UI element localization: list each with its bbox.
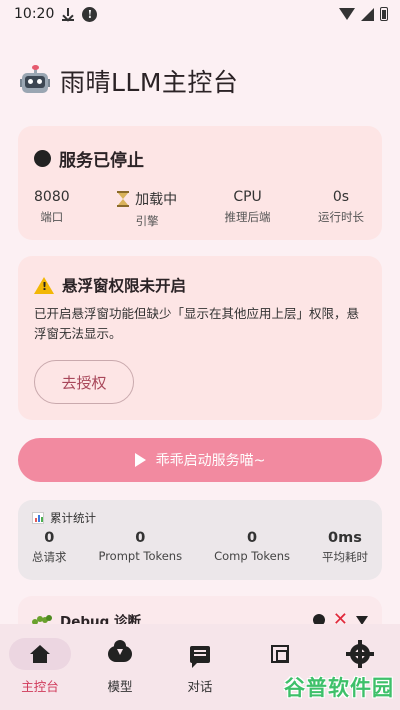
status-time: 10:20 xyxy=(14,6,55,22)
stat-backend: CPU 推理后端 xyxy=(224,189,271,224)
play-icon xyxy=(134,453,146,467)
stat-engine: 加载中 引擎 xyxy=(117,189,177,229)
bar-chart-icon xyxy=(32,512,44,524)
stat-port: 8080 端口 xyxy=(34,189,70,224)
warning-message: 已开启悬浮窗功能但缺少「显示在其他应用上层」权限，悬浮窗无法显示。 xyxy=(34,306,360,341)
home-icon xyxy=(30,645,50,663)
stat-comp-tokens: 0 Comp Tokens xyxy=(214,530,290,563)
start-service-label: 乖乖启动服务喵~ xyxy=(155,453,266,469)
app-header: 雨晴LLM主控台 xyxy=(0,28,400,112)
nav-chat[interactable]: 对话 xyxy=(165,638,235,695)
wifi-icon xyxy=(339,8,355,20)
nav-settings[interactable] xyxy=(325,638,395,676)
signal-icon xyxy=(361,7,374,21)
service-status-text: 服务已停止 xyxy=(59,151,144,171)
chat-icon xyxy=(190,645,210,668)
authorize-button[interactable]: 去授权 xyxy=(34,360,134,404)
hourglass-icon xyxy=(117,191,130,207)
battery-icon xyxy=(380,7,388,21)
gear-icon xyxy=(346,640,374,668)
nav-hardware[interactable] xyxy=(245,638,315,676)
stat-total-requests: 0 总请求 xyxy=(32,530,67,564)
page-title: 雨晴LLM主控台 xyxy=(60,68,239,97)
start-service-button[interactable]: 乖乖启动服务喵~ xyxy=(18,438,382,482)
stat-uptime: 0s 运行时长 xyxy=(318,189,364,224)
robot-icon xyxy=(20,65,50,95)
overlay-permission-card: ! 悬浮窗权限未开启 已开启悬浮窗功能但缺少「显示在其他应用上层」权限，悬浮窗无… xyxy=(18,256,382,420)
watermark: 谷普软件园 xyxy=(284,676,394,700)
status-bar: 10:20 ! xyxy=(0,0,400,28)
cumulative-stats-card: 累计统计 0 总请求 0 Prompt Tokens 0 Comp Tokens… xyxy=(18,500,382,580)
stats-title: 累计统计 xyxy=(50,511,96,525)
download-icon xyxy=(62,7,75,21)
warning-icon: ! xyxy=(34,276,54,294)
stat-prompt-tokens: 0 Prompt Tokens xyxy=(98,530,183,563)
cloud-download-icon xyxy=(108,640,132,662)
stat-avg-latency: 0ms 平均耗时 xyxy=(321,530,368,564)
nav-dashboard[interactable]: 主控台 xyxy=(5,638,75,695)
nav-models[interactable]: 模型 xyxy=(85,638,155,695)
chip-icon xyxy=(271,645,289,663)
service-status-card: 服务已停止 8080 端口 加载中 引擎 CPU 推理后端 0s 运行时长 xyxy=(18,126,382,240)
status-dot-icon xyxy=(34,150,51,167)
info-icon: ! xyxy=(82,6,98,22)
warning-title: 悬浮窗权限未开启 xyxy=(62,277,187,295)
